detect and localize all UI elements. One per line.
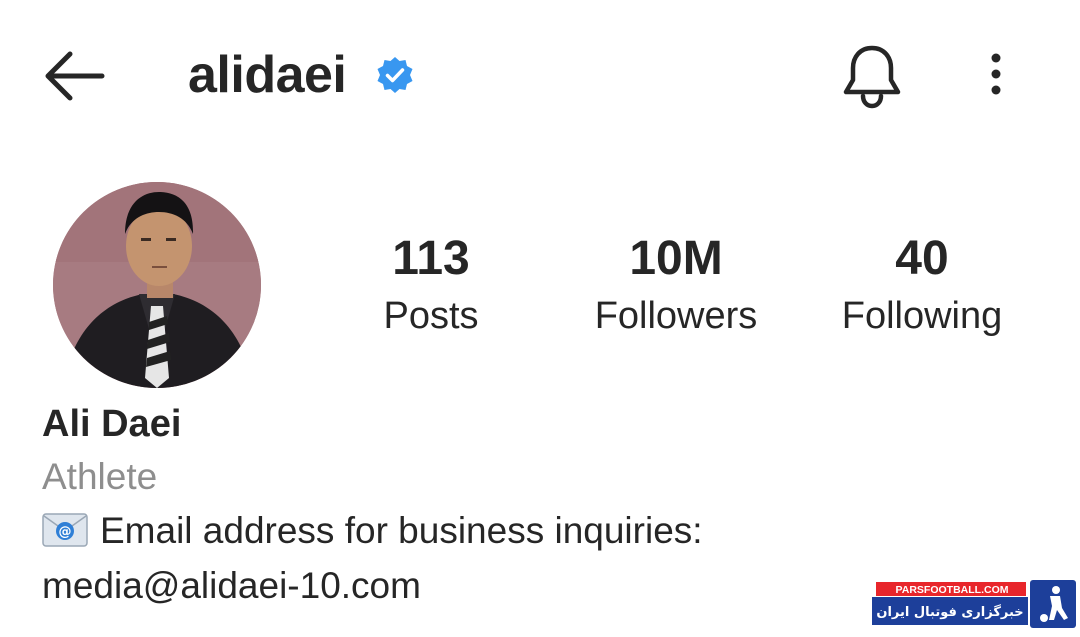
more-options-button[interactable] [976,48,1016,104]
notifications-button[interactable] [838,40,906,110]
posts-label: Posts [383,295,479,337]
bio-email-prompt: Email address for business inquiries: [100,510,703,551]
posts-stat[interactable]: 113 Posts [311,228,551,342]
watermark-site: PARSFOOTBALL.COM [896,584,1009,596]
profile-avatar[interactable] [53,182,261,388]
back-button[interactable] [40,48,108,104]
parsfootball-watermark: PARSFOOTBALL.COM خبرگزاری فوتبال ایران [870,576,1080,632]
verified-badge-icon [376,56,414,94]
posts-count: 113 [392,232,470,285]
profile-username: alidaei [188,46,347,104]
following-stat[interactable]: 40 Following [802,228,1042,342]
following-label: Following [841,295,1003,337]
bio-email-address: media@alidaei-10.com [42,565,421,606]
following-count: 40 [895,232,949,285]
svg-text:@: @ [59,525,72,540]
profile-category: Athlete [42,456,158,497]
email-emoji-icon: @ [42,511,88,547]
bell-icon [843,45,901,109]
followers-stat[interactable]: 10M Followers [556,228,796,342]
more-vertical-icon [991,53,1001,95]
followers-count: 10M [629,232,723,285]
profile-full-name: Ali Daei [42,403,182,445]
watermark-tagline: خبرگزاری فوتبال ایران [876,604,1023,620]
bio-text-line: @ Email address for business inquiries: [42,507,703,555]
arrow-left-icon [45,51,105,101]
followers-label: Followers [594,295,758,337]
